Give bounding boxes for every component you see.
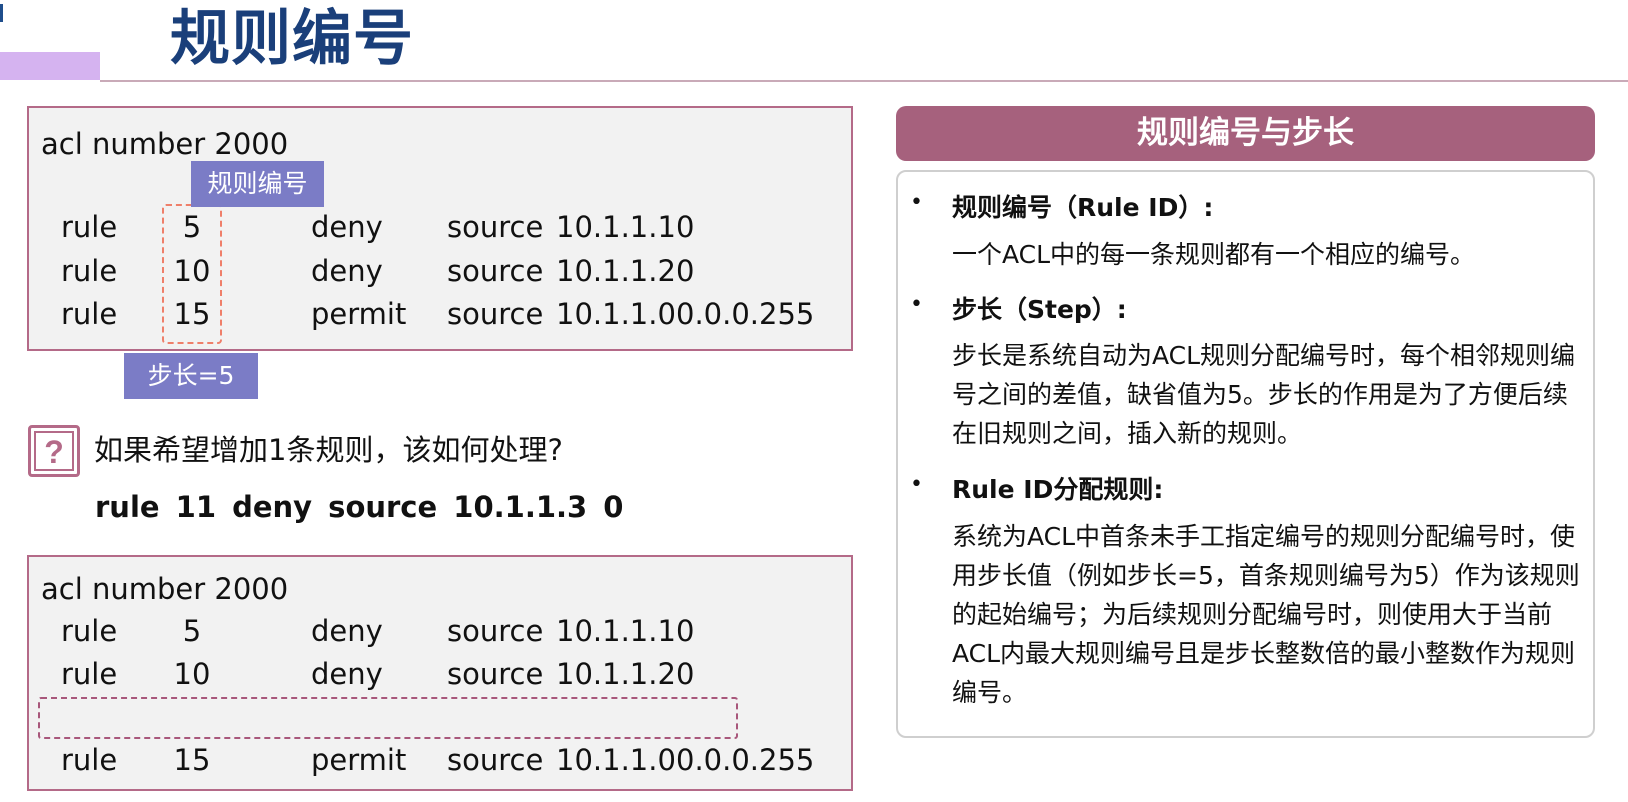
acl-example-2: acl number 2000 rule 5 deny source 10.1.… — [27, 555, 853, 791]
rule-source-keyword: source — [447, 743, 544, 777]
rule-action: deny — [311, 210, 383, 244]
bullet-marker: • — [910, 190, 923, 215]
rule-ip: 10.1.1.1 — [556, 614, 676, 648]
bullet-heading-allocation: Rule ID分配规则: — [952, 475, 1164, 504]
rule-wildcard: 0.0.0.255 — [676, 297, 815, 331]
svg-text:?: ? — [44, 434, 64, 470]
rule-keyword: rule — [61, 743, 118, 777]
title-divider — [100, 80, 1628, 82]
rule-ip: 10.1.1.0 — [556, 743, 676, 777]
bullet-marker: • — [910, 472, 923, 497]
rule-id: 5 — [182, 614, 202, 648]
bullet-marker: • — [910, 292, 923, 317]
rule-keyword: rule — [61, 614, 118, 648]
rule-wildcard: 0 — [676, 254, 695, 288]
rule-wildcard: 0.0.0.255 — [676, 743, 815, 777]
rule-source-keyword: source — [447, 210, 544, 244]
rule-action: permit — [311, 743, 407, 777]
rule-action: deny — [311, 657, 383, 691]
rule-wildcard: 0 — [676, 614, 695, 648]
rule-keyword: rule — [61, 297, 118, 331]
rule-ip: 10.1.1.0 — [556, 297, 676, 331]
rule-source-keyword: source — [447, 614, 544, 648]
rule-ip: 10.1.1.2 — [556, 657, 676, 691]
rule-id-highlight — [162, 204, 222, 344]
panel-title: 规则编号与步长 — [896, 106, 1595, 161]
corner-accent-tick — [0, 4, 3, 22]
step-label: 步长=5 — [124, 353, 258, 399]
rule-id: 15 — [173, 743, 211, 777]
corner-accent-block — [0, 52, 100, 80]
rule-keyword: rule — [61, 657, 118, 691]
rule-keyword: rule — [61, 210, 118, 244]
rule-action: permit — [311, 297, 407, 331]
rule-source-keyword: source — [447, 254, 544, 288]
rule-wildcard: 0 — [676, 657, 695, 691]
rule-id-label: 规则编号 — [191, 161, 324, 207]
question-text: 如果希望增加1条规则，该如何处理? — [94, 433, 563, 467]
bullet-body-allocation: 系统为ACL中首条未手工指定编号的规则分配编号时，使用步长值（例如步长=5，首条… — [952, 522, 1580, 707]
rule-action: deny — [311, 254, 383, 288]
acl-header: acl number 2000 — [41, 572, 289, 606]
question-icon: ? — [28, 425, 80, 477]
bullet-body-rule-id: 一个ACL中的每一条规则都有一个相应的编号。 — [952, 240, 1476, 269]
rule-source-keyword: source — [447, 657, 544, 691]
rule-keyword: rule — [61, 254, 118, 288]
insert-slot-placeholder — [38, 697, 738, 739]
rule-wildcard: 0 — [676, 210, 695, 244]
bullet-body-step: 步长是系统自动为ACL规则分配编号时，每个相邻规则编号之间的差值，缺省值为5。步… — [952, 341, 1576, 448]
rule-ip: 10.1.1.2 — [556, 254, 676, 288]
rule-action: deny — [311, 614, 383, 648]
bullet-heading-rule-id: 规则编号（Rule ID）: — [952, 193, 1214, 222]
rule-id: 10 — [173, 657, 211, 691]
rule-ip: 10.1.1.1 — [556, 210, 676, 244]
rule-source-keyword: source — [447, 297, 544, 331]
answer-command: rule 11 deny source 10.1.1.3 0 — [95, 490, 624, 524]
slide-title: 规则编号 — [170, 4, 414, 74]
acl-example-1: acl number 2000 rule 5 deny source 10.1.… — [27, 106, 853, 351]
bullet-heading-step: 步长（Step）: — [952, 295, 1127, 324]
acl-header: acl number 2000 — [41, 127, 289, 161]
